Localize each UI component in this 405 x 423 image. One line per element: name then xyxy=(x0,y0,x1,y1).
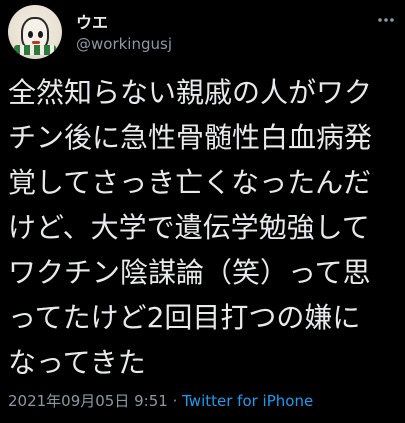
more-button[interactable] xyxy=(374,8,398,32)
display-name[interactable]: ウエ xyxy=(76,9,108,33)
avatar[interactable] xyxy=(8,5,62,59)
avatar-eye-right xyxy=(38,31,43,38)
avatar-eye-left xyxy=(28,31,33,38)
avatar-mouth xyxy=(32,41,40,44)
meta-separator: · xyxy=(167,392,183,410)
more-dots-icon xyxy=(378,18,394,22)
tweet-meta: 2021年09月05日 9:51 · Twitter for iPhone xyxy=(8,390,313,411)
timestamp[interactable]: 2021年09月05日 9:51 xyxy=(8,392,168,410)
avatar-scarf xyxy=(14,45,56,55)
tweet-card: ウエ @workingusj 全然知らない親戚の人がワク チン後に急性骨髄性白血… xyxy=(0,0,405,423)
source-link[interactable]: Twitter for iPhone xyxy=(182,392,313,410)
user-handle[interactable]: @workingusj xyxy=(76,35,172,53)
tweet-text: 全然知らない親戚の人がワク チン後に急性骨髄性白血病発 覚してさっき亡くなったん… xyxy=(8,76,373,379)
